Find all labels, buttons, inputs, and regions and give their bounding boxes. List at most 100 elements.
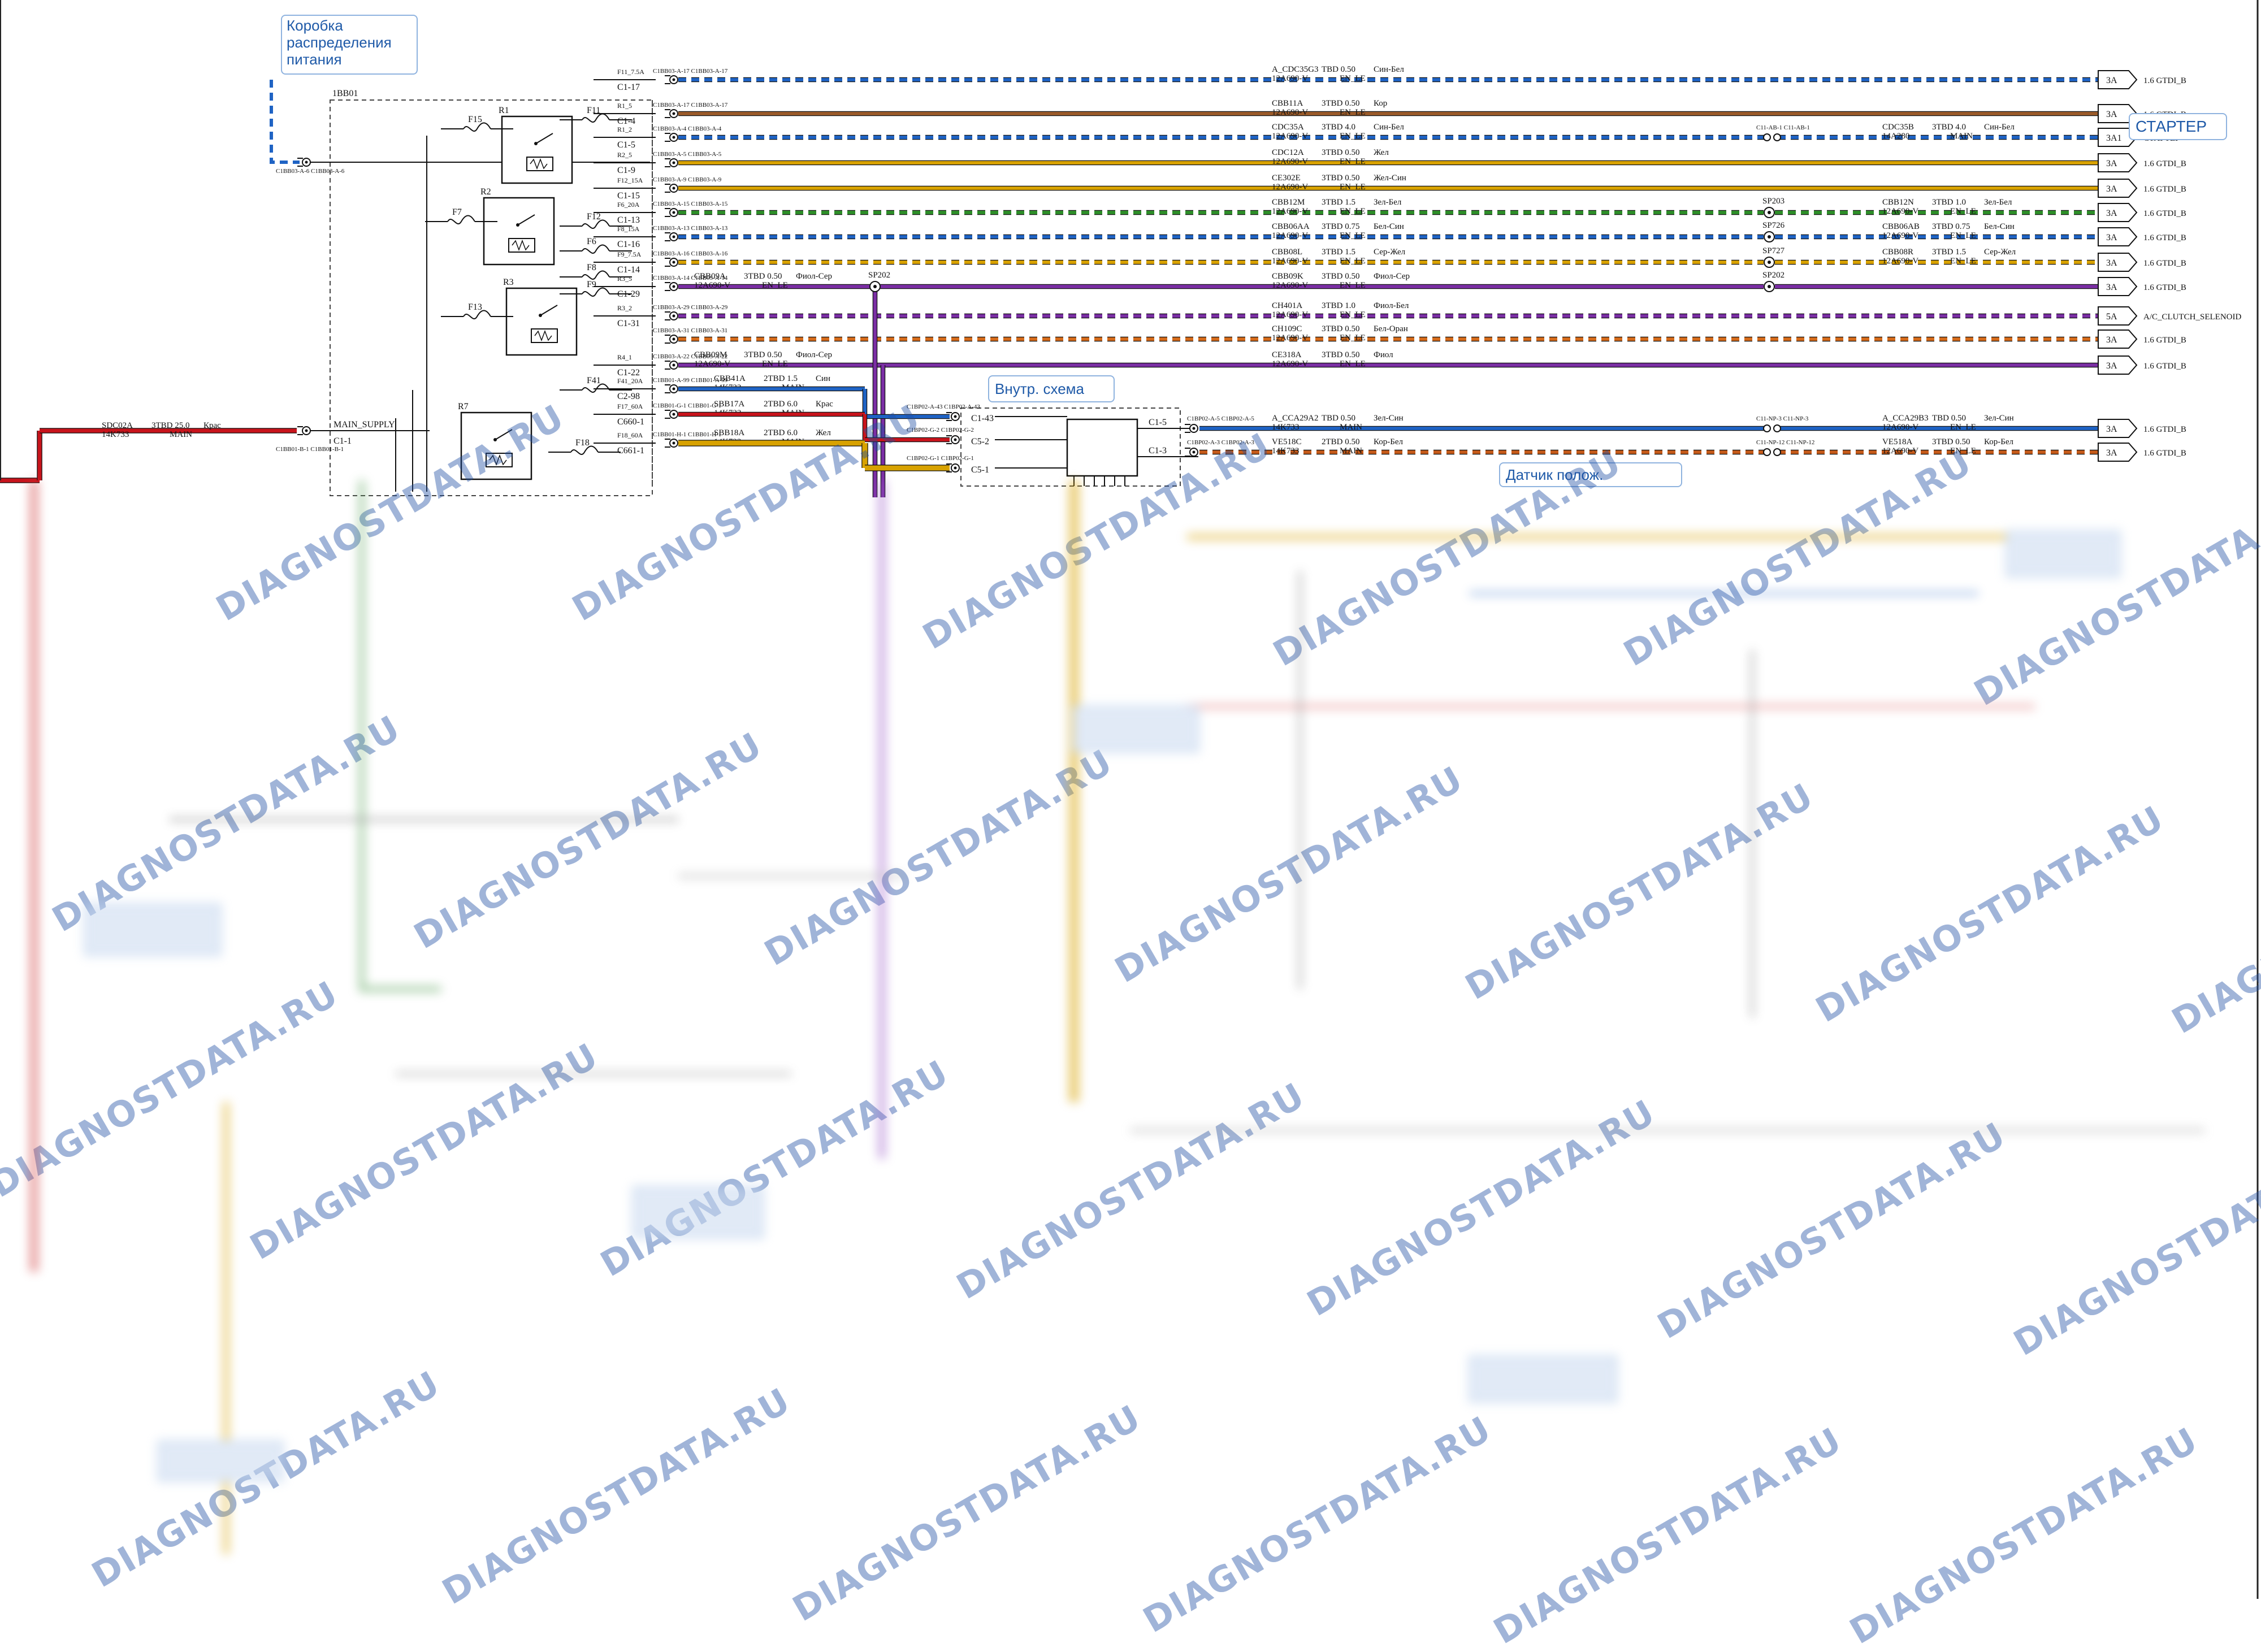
circuit-ce318a-label-color: Фиол	[1374, 350, 1393, 359]
main-supply-connector: C1BB01-B-1 C1BB01-B-1	[276, 446, 344, 453]
circuit-ce302e-label-harness: 12A690-V	[1272, 183, 1308, 192]
fuse-f13: F13	[441, 302, 513, 319]
circuit-cbb06aa-label-b-spec: 3TBD 0.75	[1932, 222, 1970, 231]
circuit-cbb06aa-label-b-wire: CBB06AB	[1882, 222, 1920, 231]
box-pin: F17_60A C660-1	[594, 402, 656, 427]
circuit-ch401a-label-bundle: EN_LE	[1340, 310, 1366, 319]
fuse-name: F13	[468, 302, 482, 312]
blurred-region	[0, 480, 2261, 1599]
circuit-ch401a-plug	[665, 311, 678, 320]
box-pin-top: R1_5	[617, 102, 632, 110]
box-pin: R3_2 C1-31	[594, 304, 656, 328]
blurred-stroke	[359, 480, 441, 992]
circuit-ch109c-terminal-destination: 1.6 GTDI_B	[2143, 336, 2186, 345]
box-pin-top: F12_15A	[617, 176, 643, 184]
circuit-a-cdc35g3-plug	[665, 75, 678, 84]
circuit-cbb08l-label-spec: 3TBD 1.5	[1322, 248, 1355, 257]
sensor-ve518c-label-bundle: MAIN	[1340, 446, 1362, 456]
lower-wire-cbb41a-label-color: Син	[816, 374, 830, 383]
circuit-ch109c-label-wire: CH109C	[1272, 324, 1302, 333]
circuit-cbb08l-plug	[665, 258, 678, 267]
circuit-cdc35a-label-b-wire: CDC35B	[1882, 123, 1914, 132]
circuit-cbb08l-label-b-bundle: EN_LE	[1950, 257, 1976, 266]
circuit-cbb11a-plug-dot	[672, 112, 675, 115]
circuit-cbb08l-connector: C1BB03-A-16 C1BB03-A-16	[653, 250, 728, 257]
circuit-a-cdc35g3-label-bundle: EN_LE	[1340, 74, 1366, 83]
main-supply-label-bundle: MAIN	[170, 430, 192, 439]
circuit-ce302e-label-bundle: EN_LE	[1340, 183, 1366, 192]
circuit-a-cdc35g3-label-wire: A_CDC35G3	[1272, 65, 1319, 74]
module-right-pin: C1-5	[1149, 418, 1167, 427]
fuse-name: F18	[575, 438, 590, 448]
circuit-cbb08l-label-b-wire: CBB08R	[1882, 248, 1913, 257]
circuit-cbb09k-label-bundle: EN_LE	[1340, 281, 1366, 290]
circuit-cbb09k-local-label-harness: 12A690-V	[694, 281, 730, 290]
sensor-a-cca29a2-label-b-color: Зел-Син	[1984, 414, 2014, 423]
circuit-ch401a-label-color: Фиол-Бел	[1374, 301, 1409, 310]
circuit-ce318a-local-label-bundle: EN_LE	[762, 359, 788, 368]
sensor-a-cca29a2-label-b-bundle: EN_LE	[1950, 423, 1976, 432]
circuit-cbb08l-terminal-shape	[2098, 253, 2138, 272]
box-pin-top: F41_20A	[617, 377, 643, 385]
circuit-cbb11a-label-color: Кор	[1374, 99, 1387, 108]
circuit-ce318a-terminal-id: 3A	[2106, 361, 2117, 371]
circuit-ch401a-label-harness: 12A690-V	[1272, 310, 1308, 319]
circuit-cbb06aa-label-color: Бел-Син	[1374, 222, 1404, 231]
circuit-cbb06aa-label-spec: 3TBD 0.75	[1322, 222, 1360, 231]
relay-body	[505, 287, 578, 356]
circuit-cdc35a-connector: C1BB03-A-4 C1BB03-A-4	[653, 125, 722, 132]
sensor-ve518c-label-color: Кор-Бел	[1374, 437, 1404, 446]
circuit-cbb11a-label-wire: CBB11A	[1272, 99, 1303, 108]
lower-wire-sbb17a-label-color: Крас	[816, 400, 833, 409]
circuit-ce318a-terminal-destination: 1.6 GTDI_B	[2143, 362, 2186, 371]
circuit-cbb06aa-splice-label: SP726	[1762, 221, 1785, 230]
relay-r3: R3	[503, 277, 578, 356]
circuit-ch109c-label-spec: 3TBD 0.50	[1322, 324, 1360, 333]
relay-pivot	[539, 314, 542, 317]
module-left-pin: C1-43	[971, 414, 994, 423]
box-pin: R1_2 C1-5	[594, 125, 656, 150]
power-box-dashed-link	[270, 80, 300, 164]
module-block	[1066, 418, 1138, 477]
circuit-ch109c-terminal-shape	[2098, 329, 2138, 349]
lower-wire-cbb41a-label-spec: 2TBD 1.5	[764, 374, 798, 383]
circuit-ce302e-label-spec: 3TBD 0.50	[1322, 174, 1360, 183]
circuit-cbb08l-label-b-color: Сер-Жел	[1984, 248, 2016, 257]
fuse-name: F15	[468, 115, 482, 124]
circuit-cdc12a-connector: C1BB03-A-5 C1BB03-A-5	[653, 151, 722, 158]
relay-name: R7	[458, 402, 469, 411]
circuit-cdc35a-plug	[665, 133, 678, 142]
relay-name: R3	[503, 277, 514, 287]
box-pin: F12_15A C1-15	[594, 176, 656, 201]
circuit-cbb11a-label-spec: 3TBD 0.50	[1322, 99, 1360, 108]
circuit-ce302e-label-wire: CE302E	[1272, 174, 1301, 183]
sensor-a-cca29a2-terminal-shape	[2098, 419, 2138, 438]
box-pin-bottom: C660-1	[617, 417, 644, 427]
sensor-ve518c-terminal-destination: 1.6 GTDI_B	[2143, 449, 2186, 458]
circuit-cdc12a-label-color: Жел	[1374, 148, 1389, 157]
box-pin-bottom: C1-22	[617, 368, 640, 378]
circuit-ce302e-terminal-destination: 1.6 GTDI_B	[2143, 185, 2186, 194]
circuit-ch401a-plug-dot	[672, 314, 675, 318]
circuit-ce318a-label-bundle: EN_LE	[1340, 359, 1366, 368]
sensor-ve518c-label-wire: VE518C	[1272, 437, 1302, 446]
blurred-callout	[632, 1186, 764, 1239]
sensor-ve518c-label-spec: 2TBD 0.50	[1322, 437, 1360, 446]
circuit-cbb08l-splice-dot	[1768, 261, 1771, 264]
sensor-ve518c-terminal: 3A 1.6 GTDI_B	[2098, 443, 2186, 462]
sensor-ve518c-label-b-wire: VE518A	[1882, 437, 1912, 446]
circuit-cbb11a-connector: C1BB03-A-17 C1BB03-A-17	[653, 102, 728, 109]
circuit-cdc12a-label-spec: 3TBD 0.50	[1322, 148, 1360, 157]
sensor-ve518c-label-b-harness: 12A690-V	[1882, 446, 1918, 456]
fuse-name: F9	[587, 280, 596, 289]
circuit-cdc35a-inline-left	[1763, 133, 1771, 141]
circuit-cdc35a-inline-right	[1773, 133, 1781, 141]
circuit-cbb12m-splice-label: SP203	[1762, 197, 1784, 206]
relay-name: R1	[499, 106, 509, 115]
circuit-cdc35a-label-wire: CDC35A	[1272, 123, 1304, 132]
box-pin-bottom: C1-15	[617, 191, 640, 201]
circuit-ch109c-label-harness: 12A690-V	[1272, 333, 1308, 342]
box-pin-bottom: C1-17	[617, 83, 640, 92]
circuit-cdc12a-label-harness: 12A690-V	[1272, 157, 1308, 166]
circuit-cdc12a-terminal-id: 3A	[2106, 159, 2117, 168]
